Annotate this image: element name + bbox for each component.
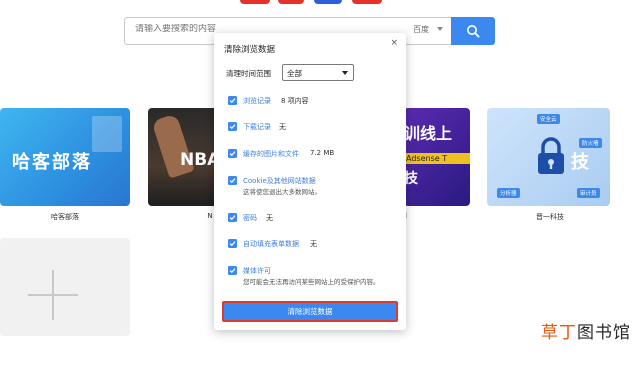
option-label: Cookie及其他网站数据	[243, 177, 316, 185]
tile-image-text: 哈客部落	[12, 152, 92, 173]
search-button[interactable]	[451, 17, 495, 45]
checkbox-checked-icon[interactable]	[228, 96, 237, 105]
option-label: 密码	[243, 214, 257, 222]
watermark-part: 图书馆	[577, 323, 631, 343]
option-value: 无	[279, 123, 286, 131]
clear-data-button[interactable]: 清除浏览数据	[222, 301, 398, 322]
option-value: 无	[310, 240, 317, 248]
add-site-tile[interactable]	[0, 238, 130, 336]
option-value: 无	[266, 214, 273, 222]
time-range-select[interactable]: 全部	[282, 64, 354, 81]
search-engine-select[interactable]: 百度	[413, 24, 429, 35]
tile-training[interactable]: 训线上 Adsense T 技	[404, 108, 470, 206]
option-description: 您可能会无法再访问某些网站上的受保护内容。	[243, 278, 380, 286]
plus-icon	[52, 270, 54, 320]
tile-image-text: Adsense T	[404, 153, 470, 164]
watermark-part: 草丁	[541, 323, 577, 343]
tile-image-text: 训线上	[404, 124, 453, 143]
dialog-title: 清除浏览数据	[224, 45, 276, 55]
tile-tag: 安全云	[537, 114, 560, 124]
tile-image-text: 技	[571, 152, 589, 173]
tile-image-text: 技	[404, 171, 418, 187]
option-label: 下载记录	[243, 123, 271, 131]
site-logo	[240, 0, 390, 4]
option-value: 7.2 MB	[310, 149, 335, 157]
checkbox-checked-icon[interactable]	[228, 122, 237, 131]
checkbox-checked-icon[interactable]	[228, 266, 237, 275]
building-graphic	[92, 116, 122, 152]
tile-tag: 审计员	[577, 188, 600, 198]
search-icon	[467, 25, 480, 38]
tile-jinyi[interactable]: 安全云 防火墙 分析器 审计员 技	[487, 108, 610, 206]
lock-icon	[538, 137, 564, 174]
checkbox-checked-icon[interactable]	[228, 213, 237, 222]
watermark: 草丁图书馆	[541, 318, 631, 343]
tile-label: 哈客部落	[51, 213, 79, 221]
checkbox-checked-icon[interactable]	[228, 239, 237, 248]
option-label: 媒体许可	[243, 267, 271, 275]
tile-tag: 防火墙	[579, 138, 602, 148]
close-icon[interactable]: ×	[390, 38, 398, 48]
option-label: 自动填充表单数据	[243, 240, 299, 248]
option-description: 这将使您退出大多数网站。	[243, 188, 321, 196]
chevron-down-icon	[342, 71, 348, 75]
checkbox-checked-icon[interactable]	[228, 176, 237, 185]
option-label: 浏览记录	[243, 97, 271, 105]
checkbox-checked-icon[interactable]	[228, 149, 237, 158]
tile-hake[interactable]: 哈客部落	[0, 108, 130, 206]
range-value: 全部	[287, 69, 302, 78]
option-label: 缓存的图片和文件	[243, 150, 299, 158]
clear-browsing-data-dialog: 清除浏览数据 × 清理时间范围 全部 浏览记录 8 项内容 下载记录 无 缓存的…	[214, 33, 406, 330]
tile-label: 晋一科技	[536, 213, 564, 221]
option-value: 8 项内容	[281, 97, 309, 105]
tile-tag: 分析器	[497, 188, 520, 198]
chevron-down-icon[interactable]	[437, 27, 443, 31]
range-label: 清理时间范围	[226, 69, 271, 78]
